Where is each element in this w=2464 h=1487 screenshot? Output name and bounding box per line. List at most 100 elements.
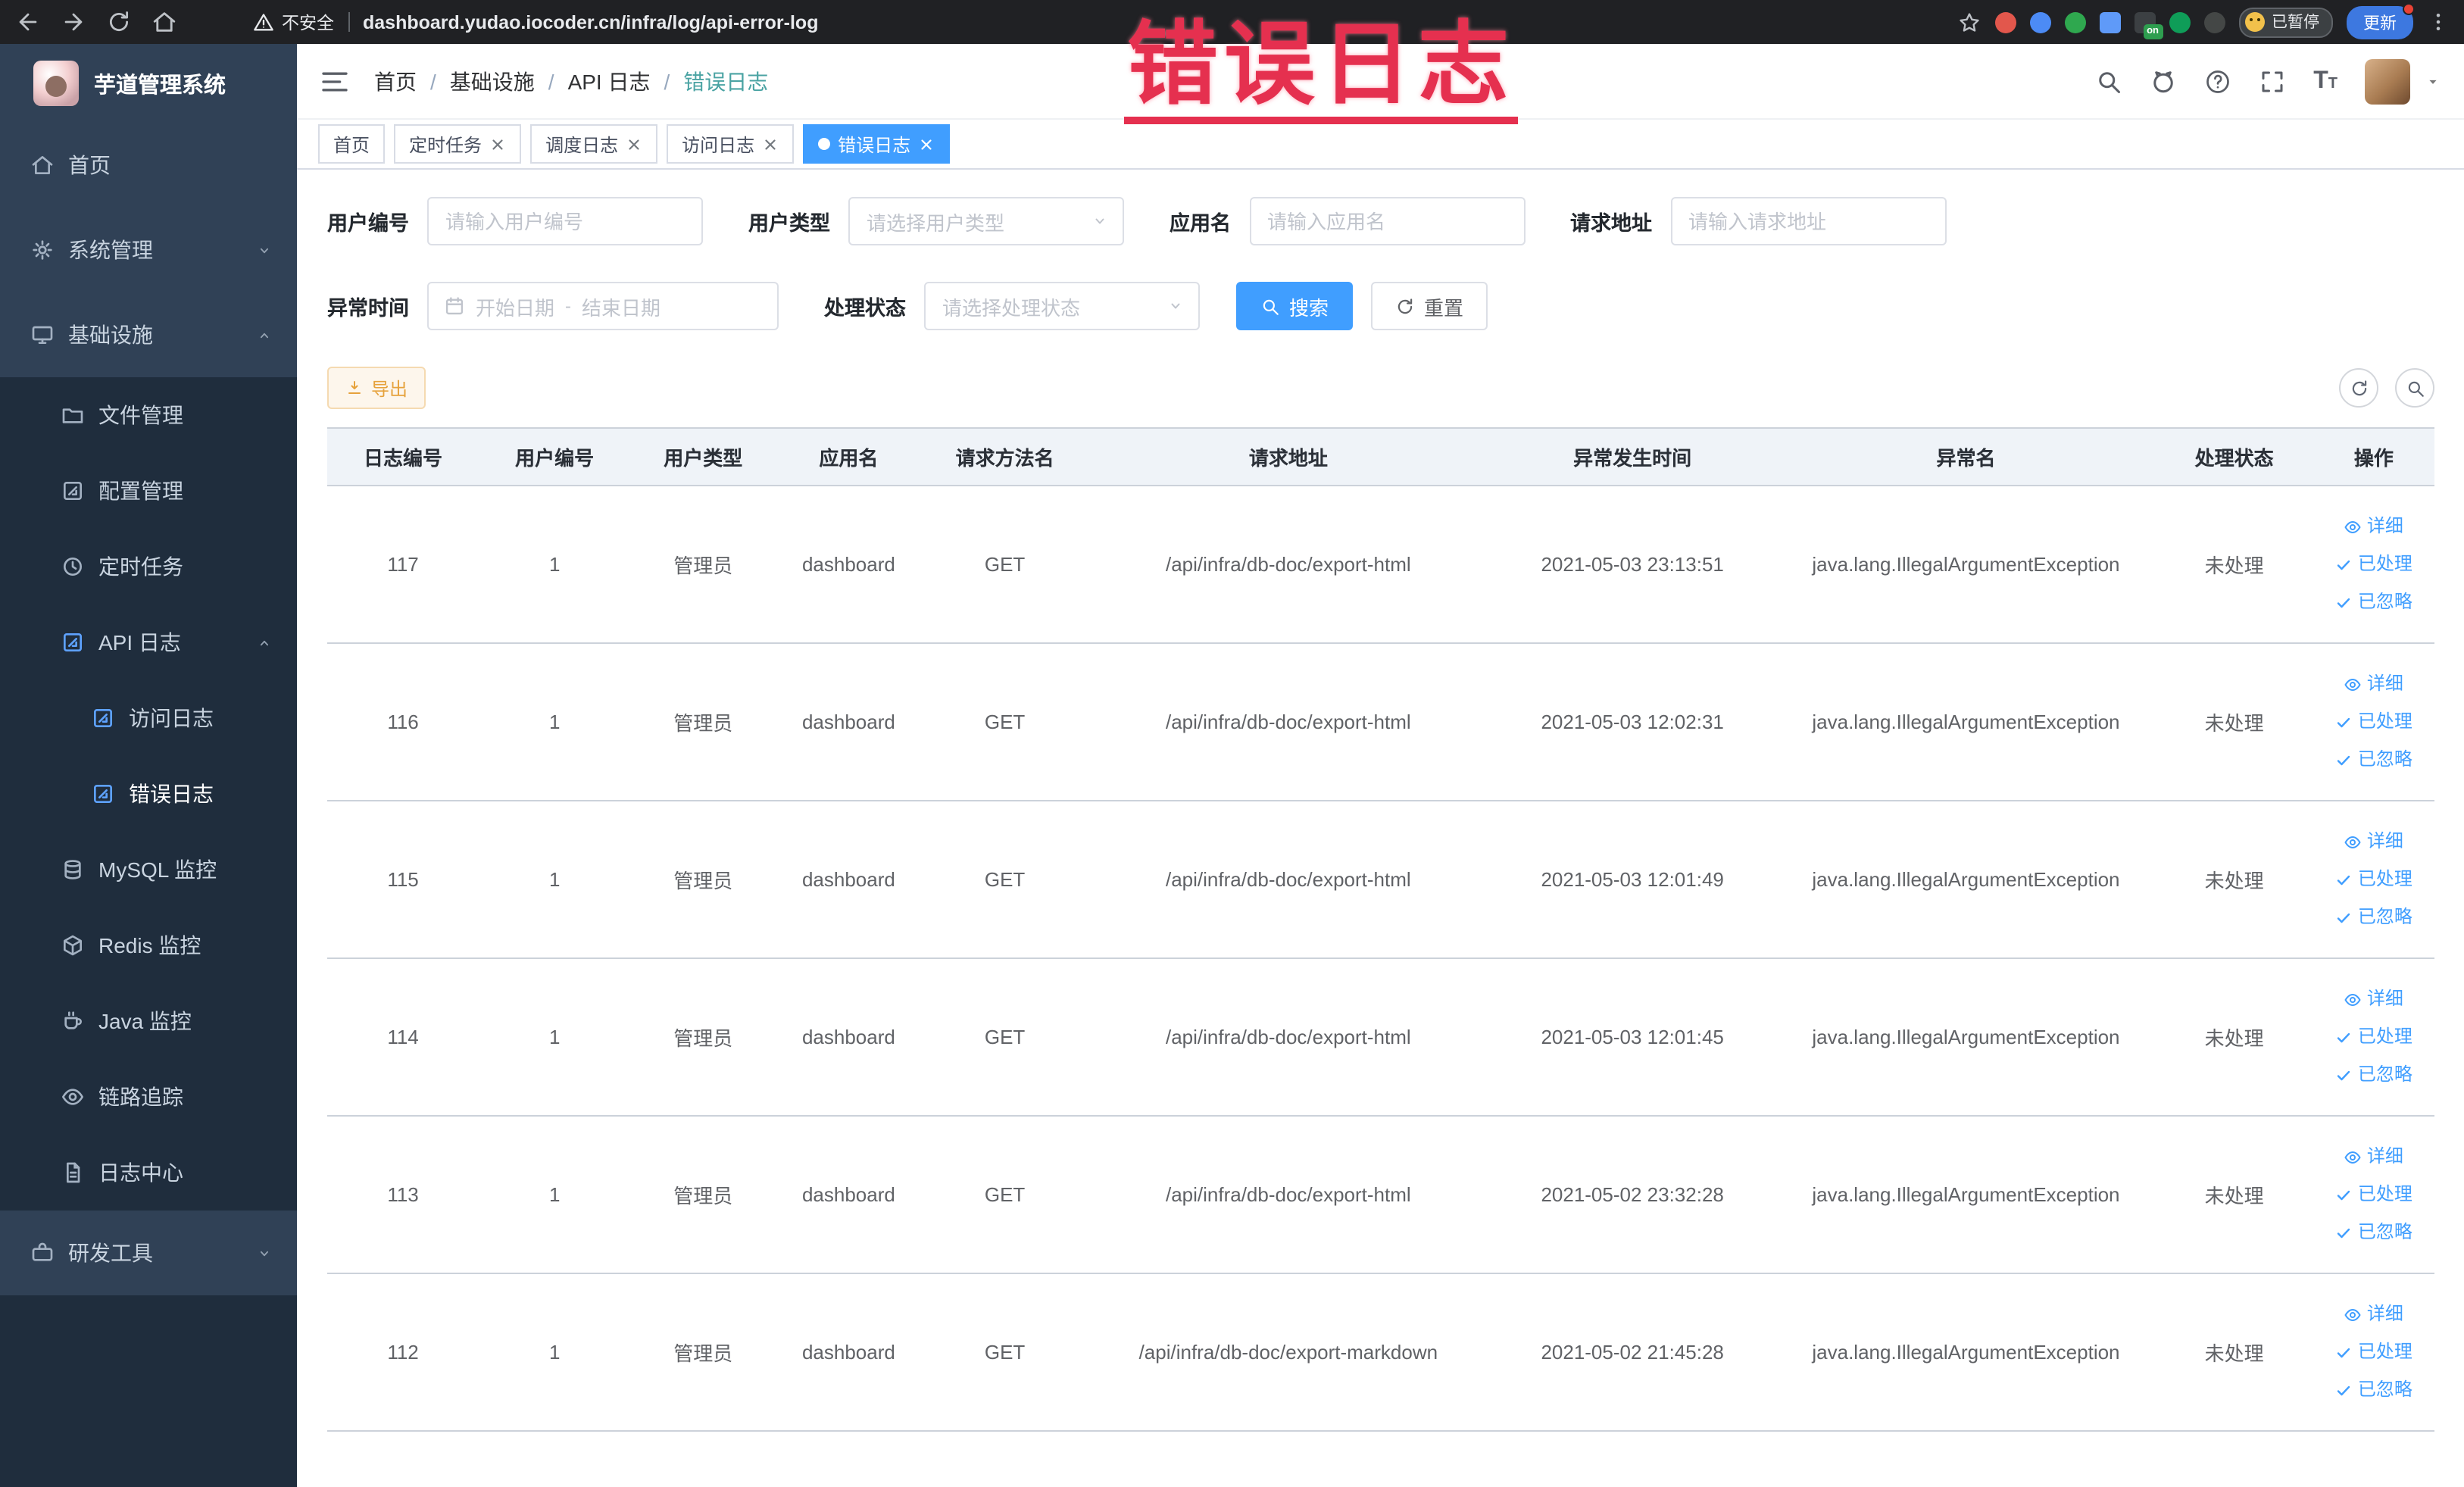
eye-icon — [2344, 1148, 2363, 1166]
mark-processed-link[interactable]: 已处理 — [2322, 703, 2425, 741]
close-icon[interactable] — [918, 136, 935, 152]
eye-icon — [2344, 990, 2363, 1008]
tab-error-log[interactable]: 错误日志 — [803, 124, 951, 164]
sidebar-item-dev-tools[interactable]: 研发工具 — [0, 1211, 297, 1295]
reset-button[interactable]: 重置 — [1371, 282, 1488, 330]
sidebar-item-mysql-monitor[interactable]: MySQL 监控 — [0, 832, 297, 908]
extension-icon-5[interactable]: on — [2134, 11, 2163, 39]
mark-ignored-link[interactable]: 已忽略 — [2322, 1214, 2425, 1251]
app-name-input[interactable] — [1249, 197, 1525, 245]
url-text[interactable]: dashboard.yudao.iocoder.cn/infra/log/api… — [363, 11, 818, 33]
date-range-picker[interactable]: 开始日期 - 结束日期 — [427, 282, 779, 330]
extension-icon-2[interactable] — [2029, 11, 2050, 33]
avatar-caret-down-icon[interactable] — [2425, 73, 2441, 89]
extension-icon-4[interactable] — [2099, 11, 2120, 33]
sidebar-item-scheduled-jobs[interactable]: 定时任务 — [0, 529, 297, 604]
forward-icon[interactable] — [61, 9, 86, 35]
cell-method: GET — [921, 1116, 1088, 1274]
hamburger-icon[interactable] — [320, 66, 350, 96]
close-icon[interactable] — [626, 136, 642, 152]
table-toolbar: 导出 — [327, 367, 2434, 409]
sidebar-item-file-manage[interactable]: 文件管理 — [0, 377, 297, 453]
logo[interactable]: 芋道管理系统 — [0, 44, 297, 123]
sidebar-item-log-center[interactable]: 日志中心 — [0, 1135, 297, 1211]
extension-icon-1[interactable] — [1994, 11, 2016, 33]
reload-icon[interactable] — [106, 9, 132, 35]
sidebar-item-access-log[interactable]: 访问日志 — [0, 680, 297, 756]
detail-link[interactable]: 详细 — [2322, 980, 2425, 1018]
close-icon[interactable] — [489, 136, 506, 152]
browser-home-icon[interactable] — [151, 9, 177, 35]
filter-request-url: 请求地址 — [1570, 197, 1946, 245]
sidebar-item-java-monitor[interactable]: Java 监控 — [0, 983, 297, 1059]
github-icon[interactable] — [2150, 67, 2177, 95]
font-size-icon[interactable] — [2313, 69, 2338, 93]
mark-processed-link[interactable]: 已处理 — [2322, 545, 2425, 583]
tab-scheduled-jobs[interactable]: 定时任务 — [394, 124, 522, 164]
request-url-input[interactable] — [1670, 197, 1946, 245]
mark-processed-link[interactable]: 已处理 — [2322, 1176, 2425, 1214]
extension-icon-6[interactable] — [2169, 11, 2190, 33]
refresh-table-button[interactable] — [2339, 368, 2378, 408]
browser-menu-icon[interactable] — [2427, 11, 2450, 33]
mark-ignored-link[interactable]: 已忽略 — [2322, 1371, 2425, 1409]
detail-link[interactable]: 详细 — [2322, 823, 2425, 861]
sidebar-item-api-log[interactable]: API 日志 — [0, 604, 297, 680]
calendar-icon — [444, 295, 465, 317]
help-icon[interactable] — [2204, 67, 2231, 95]
mark-processed-link[interactable]: 已处理 — [2322, 861, 2425, 898]
cell-user-type: 管理员 — [630, 643, 776, 801]
filter-label: 处理状态 — [824, 297, 906, 320]
paused-extension-badge[interactable]: 已暂停 — [2238, 7, 2333, 37]
tab-schedule-log[interactable]: 调度日志 — [530, 124, 658, 164]
browser-update-button[interactable]: 更新 — [2347, 2, 2415, 39]
sidebar-item-home[interactable]: 首页 — [0, 123, 297, 208]
tab-access-log[interactable]: 访问日志 — [667, 124, 795, 164]
user-id-input[interactable] — [427, 197, 703, 245]
search-icon[interactable] — [2095, 67, 2122, 95]
mark-ignored-link[interactable]: 已忽略 — [2322, 583, 2425, 621]
mark-ignored-link[interactable]: 已忽略 — [2322, 1056, 2425, 1094]
breadcrumb-item[interactable]: API 日志 — [568, 66, 651, 96]
sidebar-item-error-log[interactable]: 错误日志 — [0, 756, 297, 832]
sidebar-item-trace[interactable]: 链路追踪 — [0, 1059, 297, 1135]
detail-link[interactable]: 详细 — [2322, 508, 2425, 545]
filter-label: 应用名 — [1170, 212, 1231, 235]
extension-icon-3[interactable] — [2064, 11, 2085, 33]
user-avatar[interactable] — [2365, 58, 2410, 104]
eye-icon — [2344, 517, 2363, 536]
mark-processed-link[interactable]: 已处理 — [2322, 1018, 2425, 1056]
address-bar[interactable]: 不安全 dashboard.yudao.iocoder.cn/infra/log… — [253, 10, 818, 34]
breadcrumb-item[interactable]: 首页 — [374, 66, 417, 96]
tab-home[interactable]: 首页 — [318, 124, 386, 164]
user-type-select[interactable]: 请选择用户类型 — [848, 197, 1124, 245]
sidebar-item-redis-monitor[interactable]: Redis 监控 — [0, 908, 297, 983]
sidebar-item-system[interactable]: 系统管理 — [0, 208, 297, 292]
sidebar-item-label: 基础设施 — [68, 323, 153, 347]
action-label: 详细 — [2366, 1145, 2403, 1167]
sidebar-item-infra[interactable]: 基础设施 — [0, 292, 297, 377]
close-icon[interactable] — [762, 136, 779, 152]
breadcrumb-item[interactable]: 基础设施 — [450, 66, 535, 96]
sidebar-submenu-infra: 文件管理 配置管理 定时任务 API 日志 访问日志 错误日志 MySQL 监控… — [0, 377, 297, 1211]
mark-ignored-link[interactable]: 已忽略 — [2322, 898, 2425, 936]
security-indicator[interactable]: 不安全 — [253, 10, 334, 34]
extension-icon-7[interactable] — [2203, 11, 2225, 33]
export-button[interactable]: 导出 — [327, 367, 426, 409]
fullscreen-icon[interactable] — [2259, 67, 2286, 95]
toggle-search-button[interactable] — [2395, 368, 2434, 408]
process-status-select[interactable]: 请选择处理状态 — [924, 282, 1200, 330]
search-button[interactable]: 搜索 — [1236, 282, 1354, 330]
action-label: 已忽略 — [2357, 1379, 2412, 1400]
back-icon[interactable] — [15, 9, 41, 35]
detail-link[interactable]: 详细 — [2322, 665, 2425, 703]
mark-ignored-link[interactable]: 已忽略 — [2322, 741, 2425, 779]
cell-user-type: 管理员 — [630, 958, 776, 1117]
detail-link[interactable]: 详细 — [2322, 1138, 2425, 1176]
table-row: 117 1 管理员 dashboard GET /api/infra/db-do… — [327, 486, 2434, 644]
mark-processed-link[interactable]: 已处理 — [2322, 1333, 2425, 1371]
detail-link[interactable]: 详细 — [2322, 1295, 2425, 1333]
sidebar-item-config-manage[interactable]: 配置管理 — [0, 453, 297, 529]
cell-user-id: 1 — [479, 643, 631, 801]
bookmark-star-icon[interactable] — [1957, 10, 1981, 34]
